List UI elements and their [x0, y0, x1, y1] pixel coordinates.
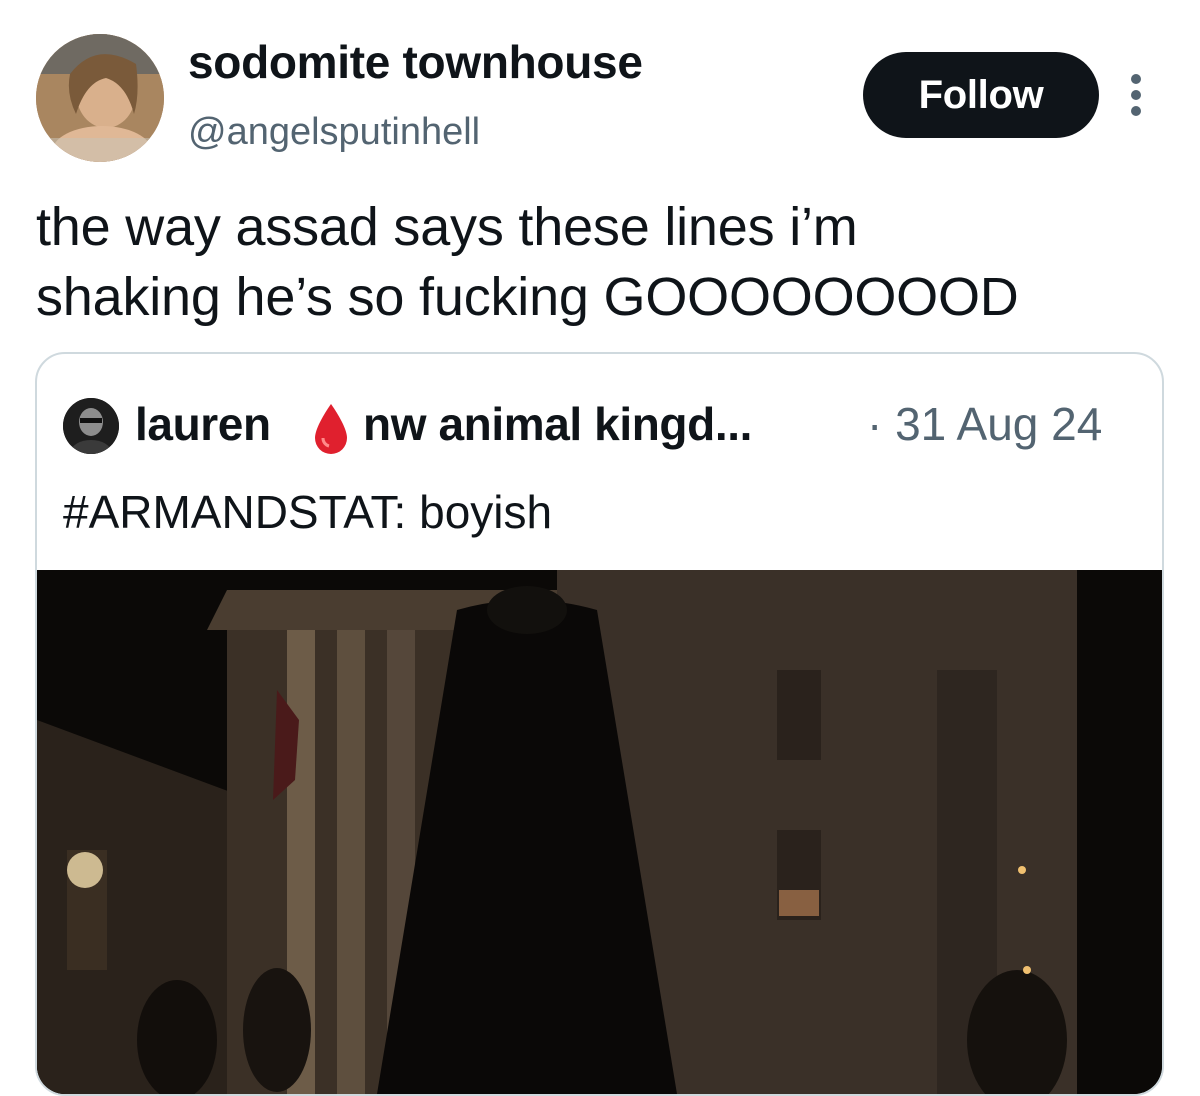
- quoted-tweet-card[interactable]: lauren nw animal kingd... · 31 Aug 24 #A…: [35, 352, 1164, 1096]
- blood-drop-icon: [309, 398, 353, 458]
- quoted-tweet-date[interactable]: · 31 Aug 24: [867, 394, 1102, 454]
- follow-button[interactable]: Follow: [863, 52, 1099, 138]
- author-avatar[interactable]: [36, 34, 164, 162]
- quoted-author-name: lauren: [135, 398, 271, 450]
- tweet-text: the way assad says these lines i’m shaki…: [36, 192, 1166, 332]
- quoted-tweet-text: #ARMANDSTAT: boyish: [63, 486, 553, 538]
- more-options-icon[interactable]: [1121, 70, 1151, 120]
- author-handle[interactable]: @angelsputinhell: [188, 108, 480, 156]
- tweet-text-line: the way assad says these lines i’m: [36, 197, 858, 257]
- tweet-text-line: shaking he’s so fucking GOOOOOOOOD: [36, 267, 1019, 327]
- author-display-name[interactable]: sodomite townhouse: [188, 34, 643, 90]
- quoted-tweet-media[interactable]: [37, 570, 1162, 1094]
- quoted-author-avatar: [63, 398, 119, 454]
- quoted-author-name-suffix: nw animal kingd...: [363, 398, 752, 450]
